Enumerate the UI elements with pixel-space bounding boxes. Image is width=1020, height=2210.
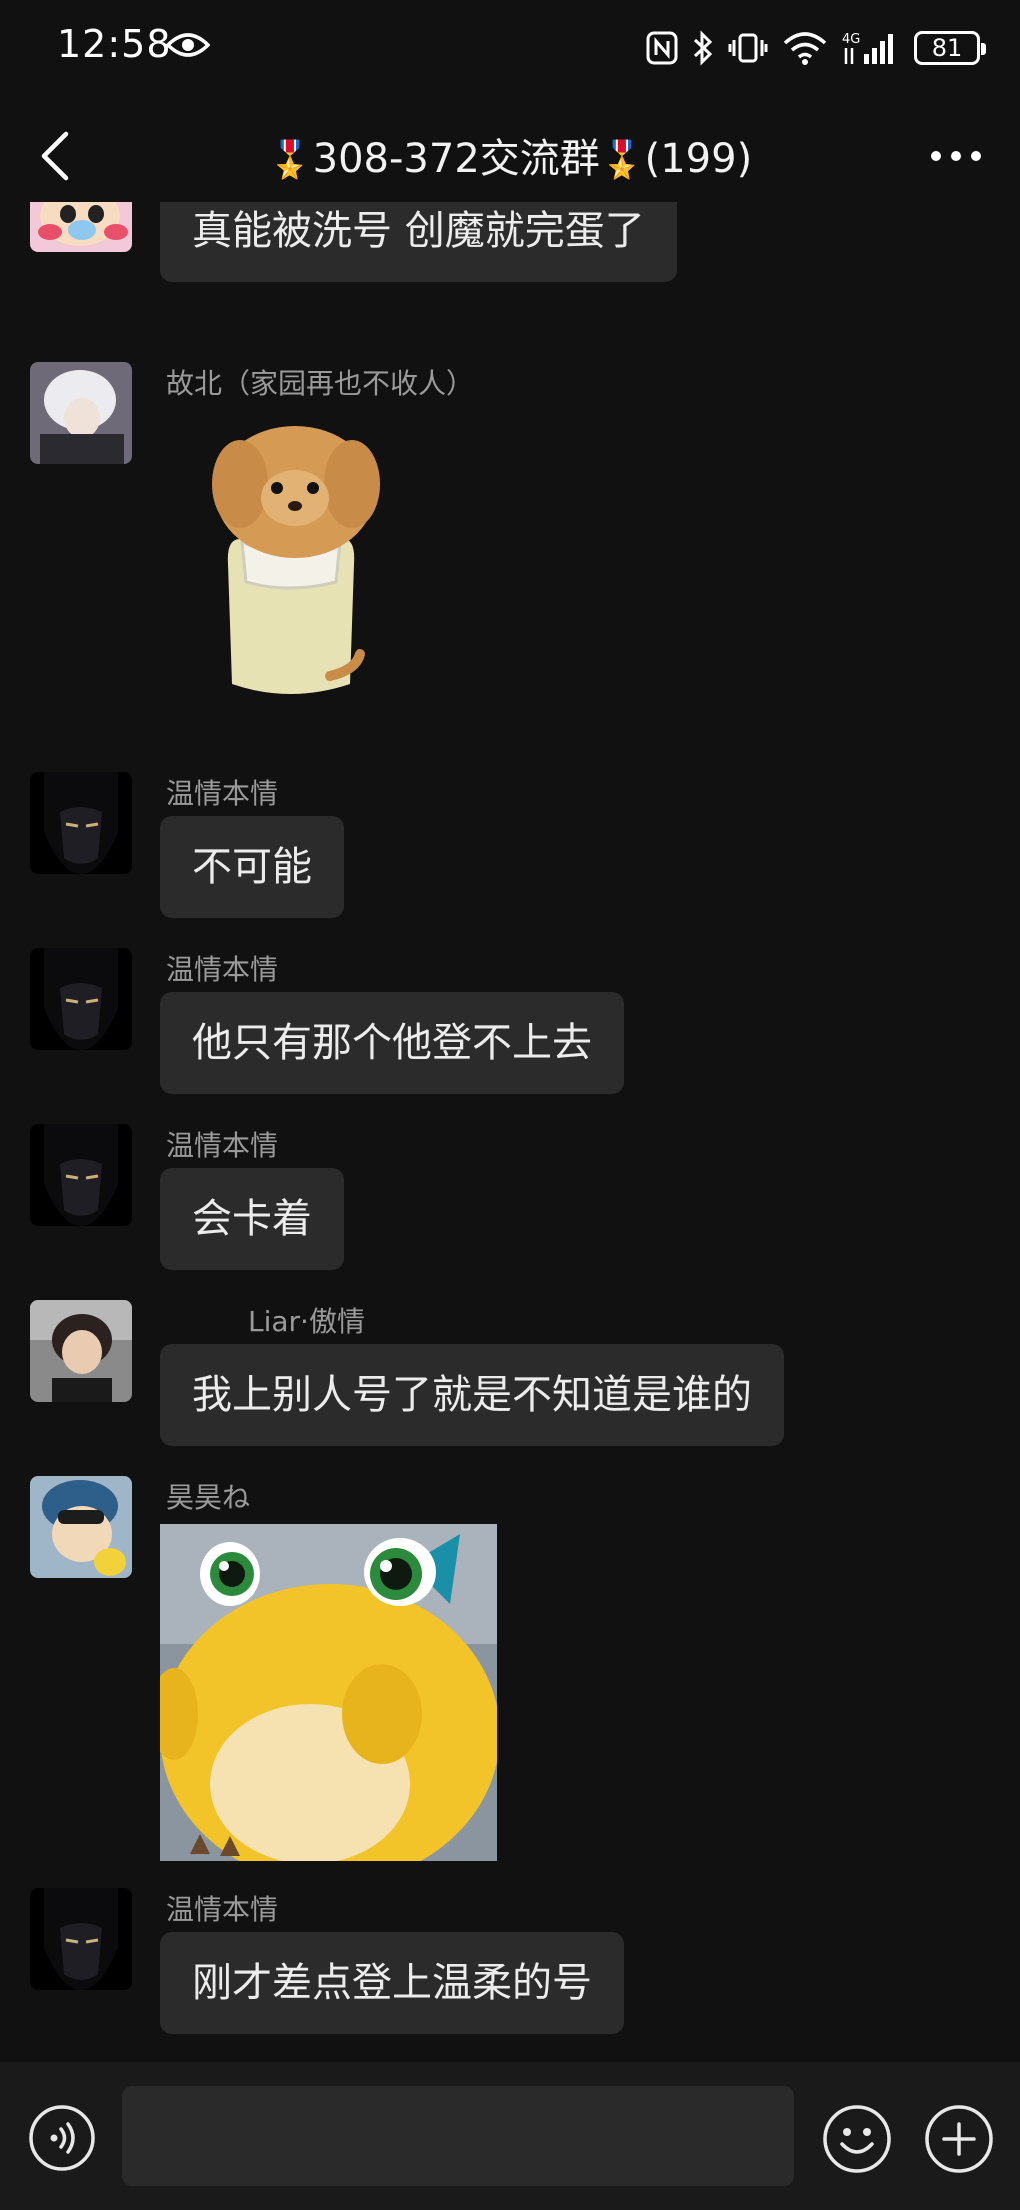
message-bubble[interactable]: 真能被洗号 创魔就完蛋了 <box>160 202 677 282</box>
medal-icon: 🎖️ <box>599 140 645 181</box>
sender-name: 温情本情 <box>166 777 279 810</box>
medal-icon: 🎖️ <box>267 140 313 181</box>
plus-icon[interactable] <box>924 2104 994 2174</box>
avatar[interactable] <box>30 1300 132 1402</box>
avatar[interactable] <box>30 362 132 464</box>
nfc-icon <box>646 31 678 65</box>
message-bubble[interactable]: 我上别人号了就是不知道是谁的 <box>160 1344 784 1446</box>
bluetooth-icon <box>693 30 713 66</box>
wifi-icon <box>783 32 827 65</box>
message-bubble[interactable]: 会卡着 <box>160 1168 344 1270</box>
status-icons: 4G 81 <box>646 24 986 72</box>
avatar[interactable] <box>30 1124 132 1226</box>
sender-name: Liar·傲情 <box>248 1305 365 1338</box>
input-bar <box>0 2062 1020 2210</box>
sender-name: 故北（家园再也不收人） <box>166 367 475 400</box>
sender-name: 温情本情 <box>166 1893 279 1926</box>
sender-name: 昊昊ね <box>166 1481 251 1514</box>
sender-name: 温情本情 <box>166 1129 279 1162</box>
status-time: 12:58 <box>57 22 172 66</box>
group-name: 308-372交流群 <box>312 136 600 182</box>
message-bubble[interactable]: 刚才差点登上温柔的号 <box>160 1932 624 2034</box>
dog-plush-sticker[interactable] <box>170 414 400 704</box>
emoji-icon[interactable] <box>822 2104 892 2174</box>
yellow-dragon-sticker[interactable] <box>160 1524 497 1861</box>
avatar[interactable] <box>30 1476 132 1578</box>
sender-name: 温情本情 <box>166 953 279 986</box>
eye-icon <box>166 33 210 57</box>
signal-icon: 4G <box>842 32 893 64</box>
battery-icon: 81 <box>914 31 986 65</box>
message-bubble[interactable]: 他只有那个他登不上去 <box>160 992 624 1094</box>
message-input[interactable] <box>122 2086 794 2186</box>
more-icon[interactable] <box>930 150 982 162</box>
svg-text:4G: 4G <box>842 32 860 47</box>
chat-header: 🎖️308-372交流群🎖️(199) <box>0 110 1020 202</box>
voice-icon[interactable] <box>28 2104 96 2172</box>
member-count: (199) <box>644 136 753 182</box>
avatar[interactable] <box>30 1888 132 1990</box>
vibrate-icon <box>728 33 768 63</box>
chat-messages[interactable]: 真能被洗号 创魔就完蛋了 故北（家园再也不收人） 温情本情 不可能 温情本情 他… <box>0 202 1020 2060</box>
group-title[interactable]: 🎖️308-372交流群🎖️(199) <box>0 126 1020 184</box>
message-bubble[interactable]: 不可能 <box>160 816 344 918</box>
avatar[interactable] <box>30 948 132 1050</box>
avatar[interactable] <box>30 772 132 874</box>
status-bar: 12:58 4G 81 <box>0 0 1020 96</box>
avatar[interactable] <box>30 202 132 252</box>
